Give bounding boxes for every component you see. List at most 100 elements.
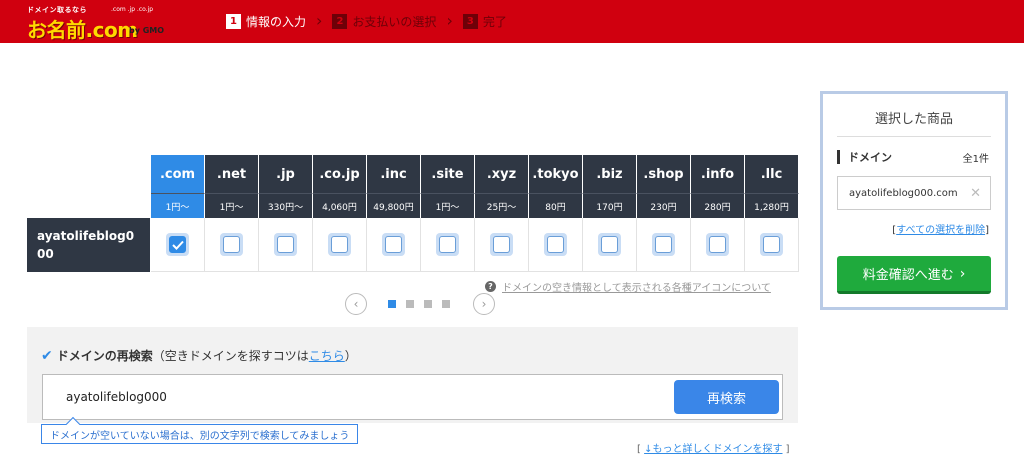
checkbox-cell — [421, 218, 475, 272]
checkbox-tokyo[interactable] — [544, 233, 567, 256]
tld-pager: ‹ › — [345, 293, 495, 315]
research-panel: ✔ ドメインの再検索 （空きドメインを探すコツは こちら ） ayatolife… — [27, 327, 798, 423]
checkbox-site[interactable] — [436, 233, 459, 256]
pager-dot[interactable] — [388, 300, 396, 308]
step-label: お支払いの選択 — [352, 14, 437, 29]
tld-price: 1円〜 — [421, 193, 475, 218]
check-icon: ✔ — [41, 347, 53, 364]
research-input[interactable]: ayatolifeblog000 再検索 — [42, 374, 783, 420]
logo-by-gmo: by GMO — [129, 26, 165, 35]
more-search-link[interactable]: ↓もっと詳しくドメインを探す — [644, 444, 782, 455]
step-1: 1 情報の入力 › — [226, 13, 332, 30]
item-count: 全1件 — [962, 154, 989, 165]
tld-header-net: .net — [205, 155, 259, 193]
research-title-bold: ドメインの再検索 — [56, 349, 153, 363]
checkbox-shop[interactable] — [652, 233, 675, 256]
checkbox-net[interactable] — [220, 233, 243, 256]
step-3: 3 完了 — [462, 13, 507, 30]
clear-all-link[interactable]: すべての選択を削除 — [896, 225, 985, 236]
step-label: 完了 — [482, 14, 507, 29]
next-page-button[interactable]: › — [473, 293, 495, 315]
panel-title: 選択した商品 — [837, 108, 991, 137]
table-corner — [27, 193, 151, 218]
checkbox-inc[interactable] — [382, 233, 405, 256]
selected-domain-name: ayatolifeblog000.com — [849, 187, 958, 199]
chevron-right-icon: › — [316, 11, 323, 30]
tld-price: 25円〜 — [475, 193, 529, 218]
checkmark-icon — [171, 240, 184, 250]
table-corner — [27, 155, 151, 193]
close-icon[interactable]: ✕ — [970, 186, 981, 201]
research-title: ✔ ドメインの再検索 （空きドメインを探すコツは こちら ） — [41, 347, 357, 364]
site-header: ドメイン取るなら .com .jp .co.jp お名前.com by GMO … — [0, 0, 1024, 43]
pager-dot[interactable] — [442, 300, 450, 308]
checkbox-info[interactable] — [706, 233, 729, 256]
checkbox-xyz[interactable] — [490, 233, 513, 256]
domain-name-label: ayatolifeblog000 — [27, 218, 151, 272]
pager-dots — [383, 300, 455, 308]
tld-price: 4,060円 — [313, 193, 367, 218]
checkbox-cell — [529, 218, 583, 272]
domain-section-heading: ドメイン — [837, 149, 892, 165]
checkbox-com[interactable] — [166, 233, 189, 256]
tld-price: 170円 — [583, 193, 637, 218]
step-number: 1 — [226, 13, 241, 29]
tld-header-site: .site — [421, 155, 475, 193]
selected-domain-item: ayatolifeblog000.com ✕ — [837, 176, 991, 210]
pager-dot[interactable] — [406, 300, 414, 308]
checkbox-llc[interactable] — [760, 233, 783, 256]
tld-header-info: .info — [691, 155, 745, 193]
selected-products-panel: 選択した商品 ドメイン 全1件 ayatolifeblog000.com ✕ [… — [820, 91, 1008, 310]
chevron-right-icon: › — [446, 11, 453, 30]
domain-availability-table: .com .net .jp .co.jp .inc .site .xyz .to… — [27, 155, 799, 272]
tld-header-row: .com .net .jp .co.jp .inc .site .xyz .to… — [27, 155, 799, 193]
icon-legend-link[interactable]: ドメインの空き情報として表示される各種アイコンについて — [502, 279, 771, 294]
research-button[interactable]: 再検索 — [674, 380, 779, 414]
progress-steps: 1 情報の入力 › 2 お支払いの選択 › 3 完了 — [226, 11, 507, 31]
checkbox-co-jp[interactable] — [328, 233, 351, 256]
step-number: 3 — [462, 13, 478, 29]
checkbox-biz[interactable] — [598, 233, 621, 256]
checkbox-cell — [475, 218, 529, 272]
tld-header-llc: .llc — [745, 155, 799, 193]
research-hint-tooltip: ドメインが空いていない場合は、別の文字列で検索してみましょう — [41, 424, 359, 444]
tld-header-tokyo: .tokyo — [529, 155, 583, 193]
question-icon: ? — [485, 281, 496, 292]
checkbox-cell — [637, 218, 691, 272]
tld-price: 49,800円 — [367, 193, 421, 218]
tld-header-co-jp: .co.jp — [313, 155, 367, 193]
tld-header-xyz: .xyz — [475, 155, 529, 193]
chevron-right-icon: › — [959, 265, 966, 282]
tld-price: 1,280円 — [745, 193, 799, 218]
checkbox-cell — [691, 218, 745, 272]
tld-header-inc: .inc — [367, 155, 421, 193]
step-number: 2 — [332, 13, 348, 29]
research-input-value: ayatolifeblog000 — [66, 390, 167, 404]
tld-price: 280円 — [691, 193, 745, 218]
domain-row: ayatolifeblog000 — [27, 218, 799, 272]
checkbox-cell — [313, 218, 367, 272]
checkbox-cell — [583, 218, 637, 272]
checkbox-jp[interactable] — [274, 233, 297, 256]
pager-dot[interactable] — [424, 300, 432, 308]
clear-all-wrap: [すべての選択を削除] — [892, 225, 989, 236]
tips-link[interactable]: こちら — [309, 347, 345, 364]
tld-header-jp: .jp — [259, 155, 313, 193]
prev-page-button[interactable]: ‹ — [345, 293, 367, 315]
tld-header-biz: .biz — [583, 155, 637, 193]
tld-price: 1円〜 — [205, 193, 259, 218]
proceed-label: 料金確認へ進む — [862, 268, 954, 283]
research-title-before: （空きドメインを探すコツは — [152, 349, 309, 363]
step-2: 2 お支払いの選択 › — [332, 13, 462, 30]
tld-header-com: .com — [151, 155, 205, 193]
tld-price: 330円〜 — [259, 193, 313, 218]
domain-section-label: ドメイン — [848, 151, 892, 164]
onamae-logo[interactable]: ドメイン取るなら .com .jp .co.jp お名前.com by GMO — [27, 5, 177, 42]
tld-price: 1円〜 — [151, 193, 205, 218]
step-label: 情報の入力 — [246, 14, 307, 29]
checkbox-cell — [745, 218, 799, 272]
proceed-to-price-button[interactable]: 料金確認へ進む › — [837, 256, 991, 294]
icon-legend-note: ? ドメインの空き情報として表示される各種アイコンについて — [485, 279, 771, 294]
checkbox-cell — [367, 218, 421, 272]
tld-price: 230円 — [637, 193, 691, 218]
